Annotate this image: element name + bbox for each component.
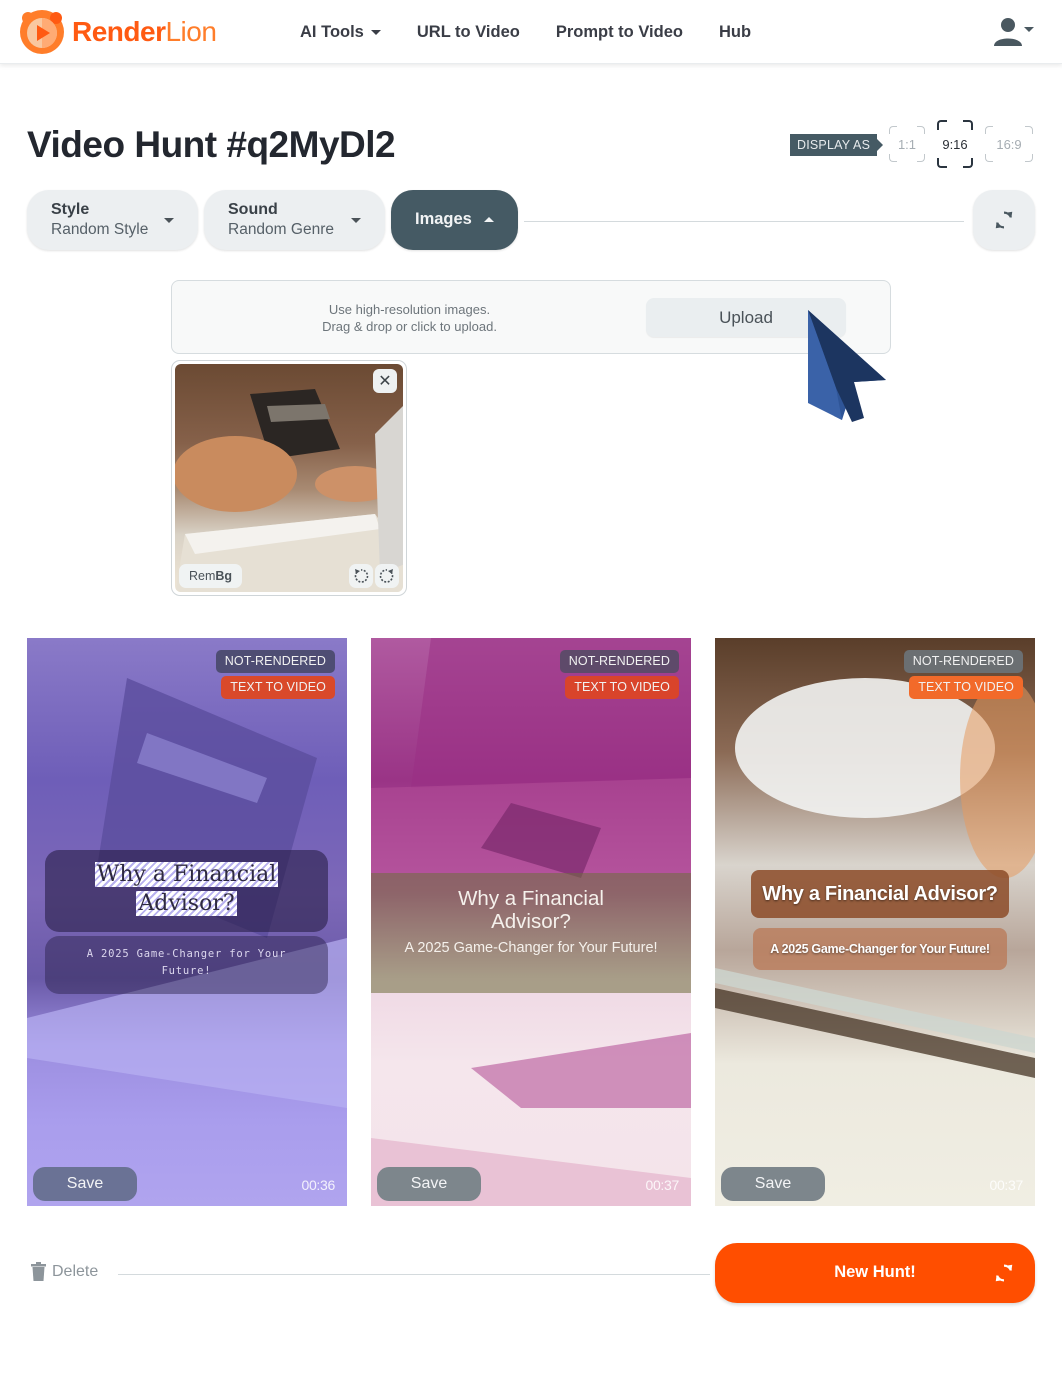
type-badge: TEXT TO VIDEO — [221, 676, 335, 699]
video-title: Why a Financial Advisor? — [94, 862, 279, 916]
divider — [118, 1274, 710, 1275]
nav-hub[interactable]: Hub — [719, 23, 751, 42]
ratio-16-9-button[interactable]: 16:9 — [985, 126, 1033, 162]
chevron-down-icon — [351, 218, 361, 223]
ratio-1-1-button[interactable]: 1:1 — [889, 126, 925, 162]
delete-label: Delete — [52, 1262, 99, 1280]
video-card[interactable]: NOT-RENDERED TEXT TO VIDEO Why a Financi… — [371, 638, 691, 1206]
status-badge: NOT-RENDERED — [903, 650, 1023, 673]
chevron-down-icon — [164, 218, 174, 223]
main-nav: AI Tools URL to Video Prompt to Video Hu… — [300, 0, 751, 64]
upload-hint: Use high-resolution images. Drag & drop … — [322, 302, 497, 334]
refresh-options-button[interactable] — [973, 190, 1035, 250]
brand-name: RenderLion — [72, 16, 217, 47]
video-duration: 00:36 — [301, 1177, 335, 1193]
ratio-label: 1:1 — [897, 136, 917, 152]
save-button[interactable]: Save — [721, 1167, 825, 1201]
save-button[interactable]: Save — [377, 1167, 481, 1201]
upload-dropzone[interactable]: Use high-resolution images. Drag & drop … — [171, 280, 891, 354]
style-value: Random Style — [51, 221, 149, 238]
sound-value: Random Genre — [228, 221, 334, 238]
image-preview: ✕ RemBg — [175, 364, 403, 592]
chevron-down-icon — [370, 29, 381, 35]
ratio-label: 16:9 — [996, 136, 1022, 152]
user-menu-button[interactable] — [993, 16, 1034, 46]
nav-prompt-to-video[interactable]: Prompt to Video — [556, 23, 683, 42]
sound-dropdown[interactable]: Sound Random Genre — [204, 190, 385, 250]
video-duration: 00:37 — [645, 1177, 679, 1193]
video-subtitle-box: A 2025 Game-Changer for Your Future! — [45, 936, 328, 994]
video-background — [715, 678, 1035, 1078]
status-badge: NOT-RENDERED — [215, 650, 335, 673]
video-subtitle: A 2025 Game-Changer for Your Future! — [404, 940, 658, 956]
rotate-right-icon — [379, 569, 394, 583]
close-icon: ✕ — [378, 373, 392, 390]
lion-logo-icon — [20, 10, 64, 54]
status-badge: NOT-RENDERED — [559, 650, 679, 673]
rotate-left-icon — [354, 569, 369, 583]
video-duration: 00:37 — [989, 1177, 1023, 1193]
images-toggle[interactable]: Images — [391, 190, 518, 250]
divider — [524, 221, 964, 222]
video-title-box: Why a Financial Advisor? — [45, 850, 328, 932]
logo[interactable]: RenderLion — [18, 8, 217, 56]
refresh-icon — [995, 211, 1013, 229]
video-title: Why a Financial Advisor? — [458, 887, 604, 933]
rotate-right-button[interactable] — [375, 564, 399, 588]
remove-image-button[interactable]: ✕ — [373, 369, 397, 393]
top-navbar: RenderLion AI Tools URL to Video Prompt … — [0, 0, 1062, 64]
style-dropdown[interactable]: Style Random Style — [27, 190, 198, 250]
chevron-up-icon — [484, 217, 494, 222]
user-icon — [994, 18, 1022, 46]
chevron-down-icon — [1024, 26, 1034, 32]
new-hunt-button[interactable]: New Hunt! — [715, 1243, 1035, 1303]
type-badge: TEXT TO VIDEO — [565, 676, 679, 699]
type-badge: TEXT TO VIDEO — [909, 676, 1023, 699]
ratio-9-16-button[interactable]: 9:16 — [937, 120, 973, 168]
images-label: Images — [415, 210, 472, 228]
trash-icon — [31, 1262, 46, 1281]
remove-background-button[interactable]: RemBg — [179, 564, 243, 588]
rotate-left-button[interactable] — [349, 564, 373, 588]
upload-button[interactable]: Upload — [646, 298, 846, 337]
uploaded-image: ✕ RemBg — [171, 360, 407, 596]
style-label: Style — [51, 201, 90, 218]
delete-button[interactable]: Delete — [31, 1262, 98, 1281]
video-subtitle: A 2025 Game-Changer for Your Future! — [753, 928, 1007, 970]
nav-url-to-video[interactable]: URL to Video — [417, 23, 520, 42]
display-as-label: DISPLAY AS — [790, 134, 884, 156]
video-title: Why a Financial Advisor? — [751, 870, 1009, 918]
nav-ai-tools[interactable]: AI Tools — [300, 23, 381, 42]
page-title: Video Hunt #q2MyDl2 — [27, 124, 396, 165]
video-card[interactable]: NOT-RENDERED TEXT TO VIDEO Why a Financi… — [715, 638, 1035, 1206]
credit-card-photo — [175, 389, 403, 592]
ratio-label: 9:16 — [942, 136, 968, 152]
video-subtitle: A 2025 Game-Changer for Your Future! — [86, 948, 287, 977]
new-hunt-label: New Hunt! — [834, 1263, 916, 1281]
save-button[interactable]: Save — [33, 1167, 137, 1201]
video-card[interactable]: NOT-RENDERED TEXT TO VIDEO Why a Financi… — [27, 638, 347, 1206]
refresh-icon — [995, 1264, 1013, 1282]
sound-label: Sound — [228, 201, 278, 218]
